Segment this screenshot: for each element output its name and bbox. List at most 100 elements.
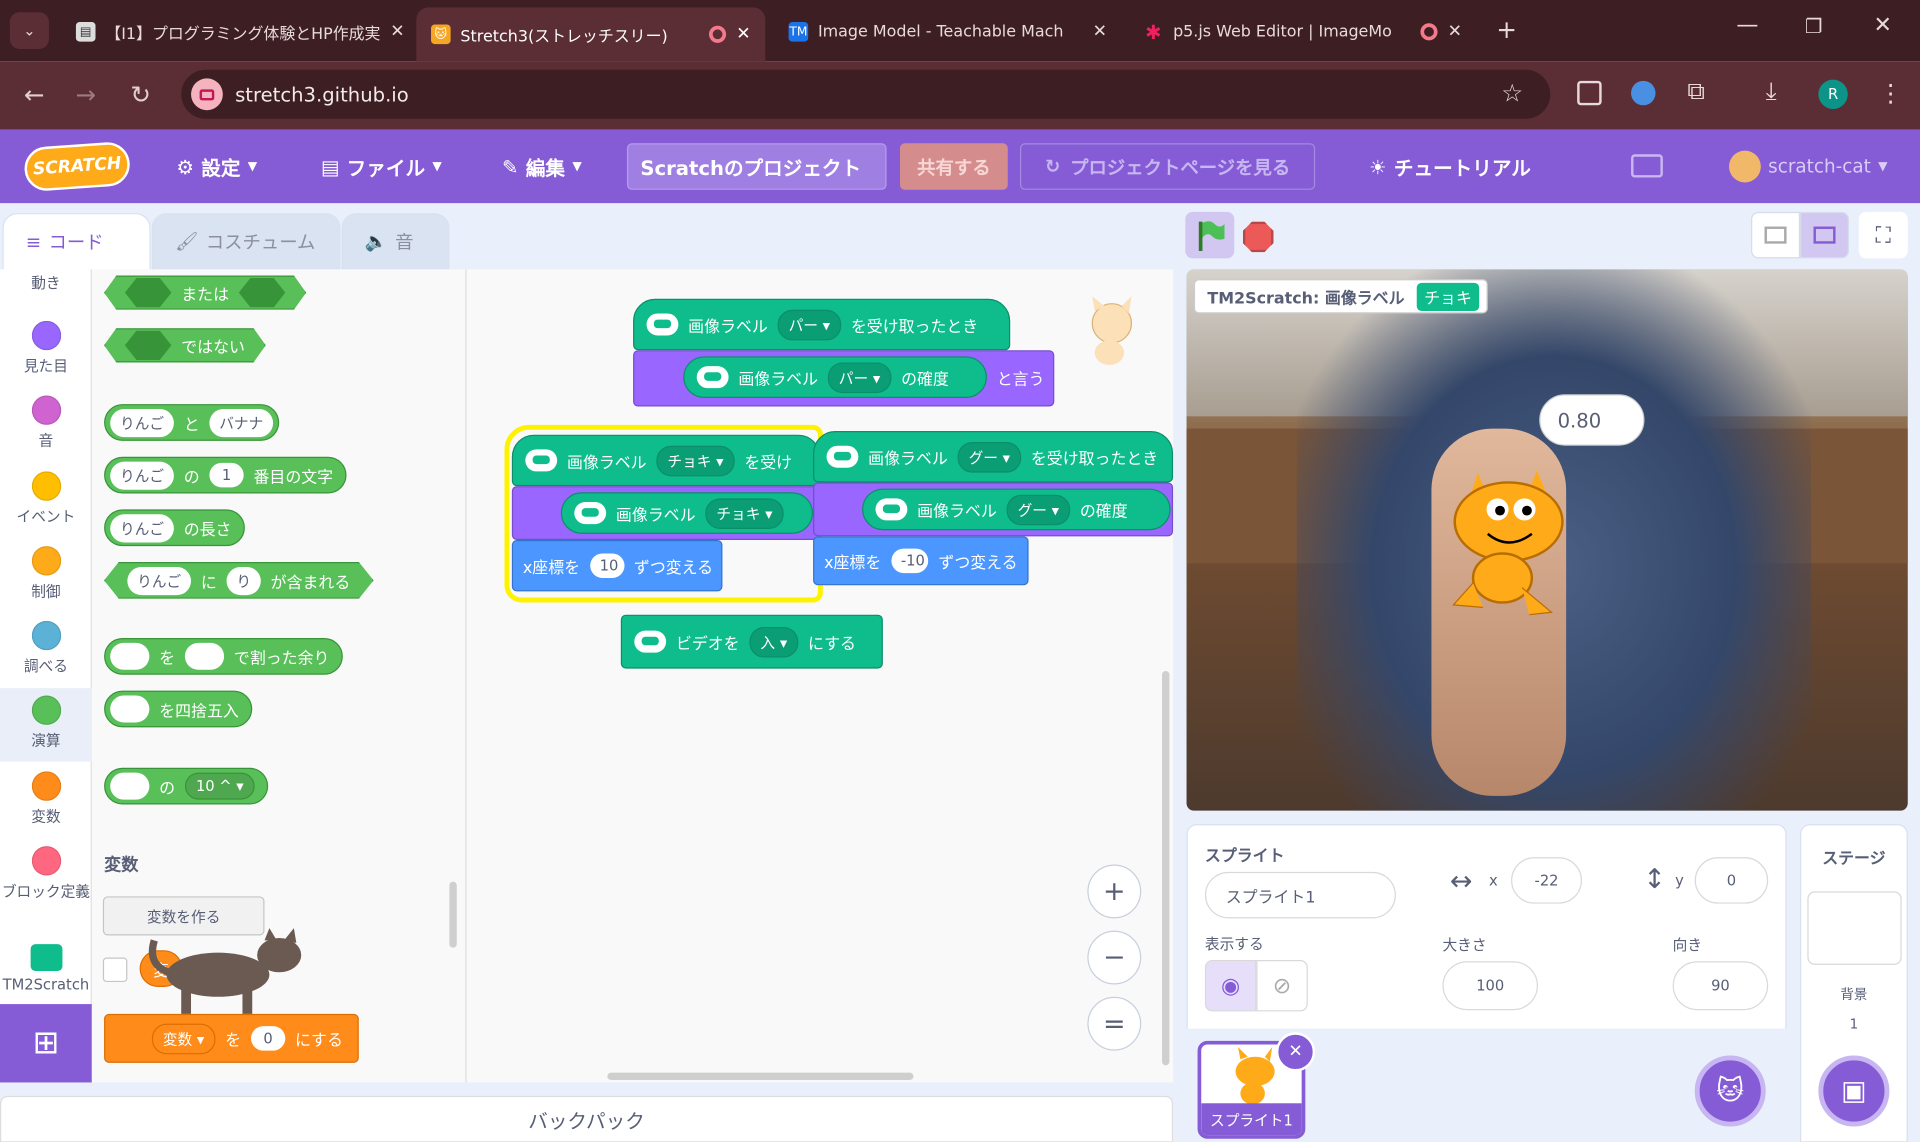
letter-of-block[interactable]: りんごの 1 番目の文字 (104, 456, 347, 494)
extension-icon[interactable] (1631, 80, 1656, 106)
file-menu[interactable]: ▤ ファイル ▼ (321, 130, 442, 203)
puzzle-icon[interactable]: ⧉ (1687, 76, 1704, 105)
forward-icon[interactable]: → (69, 80, 103, 109)
add-sprite-button[interactable]: 🐱 (1694, 1055, 1766, 1127)
camera-icon[interactable] (191, 78, 223, 111)
add-backdrop-button[interactable]: ▣ (1818, 1055, 1890, 1127)
video-toggle-block[interactable]: ビデオを入 ▾ にする (620, 614, 883, 669)
category-events[interactable]: イベント (0, 471, 92, 526)
size-input[interactable]: 100 (1442, 961, 1538, 1011)
close-window-icon[interactable]: ✕ (1873, 12, 1891, 38)
tab-costume[interactable]: 🖌 コスチューム (151, 213, 341, 270)
variable-dropdown[interactable]: 変数 ▾ (151, 1023, 216, 1054)
round-block[interactable]: を四捨五入 (104, 690, 253, 728)
sprite-name-input[interactable]: スプライト1 (1204, 871, 1396, 919)
math-function-dropdown[interactable]: 10 ^ ▾ (184, 772, 255, 800)
label-dropdown[interactable]: グー ▾ (1006, 494, 1071, 525)
fullscreen-button[interactable]: ⛶ (1858, 211, 1908, 259)
stage-thumbnail[interactable] (1807, 891, 1902, 965)
more-menu-icon[interactable]: ⋮ (1878, 78, 1902, 107)
tab-code[interactable]: ≡ コード (2, 213, 151, 270)
round-input[interactable] (110, 695, 150, 723)
restore-icon[interactable]: ❐ (1805, 15, 1823, 38)
x-input[interactable]: -22 (1511, 857, 1583, 904)
direction-input[interactable]: 90 (1672, 961, 1769, 1011)
category-control[interactable]: 制御 (0, 546, 92, 601)
change-x-block-3[interactable]: x座標を -10 ずつ変える (813, 536, 1029, 586)
mod-input-b[interactable] (184, 642, 225, 670)
add-extension-button[interactable]: ⊞ (0, 1004, 92, 1083)
label-confidence-reporter-1[interactable]: 画像ラベル パー ▾ の確度 (683, 356, 987, 398)
category-operators[interactable]: 演算 (0, 688, 92, 762)
profile-avatar[interactable]: R (1818, 79, 1848, 109)
normal-stage-button[interactable] (1800, 211, 1849, 259)
browser-tab-1[interactable]: ▤ 【I1】プログラミング体験とHP作成実 ✕ (61, 10, 409, 54)
show-sprite-button[interactable]: ◉ (1204, 960, 1257, 1012)
when-label-received-hat-3[interactable]: 画像ラベル グー ▾ を受け取ったとき (813, 431, 1174, 483)
tab-search-button[interactable]: ⌄ (9, 12, 49, 49)
palette-scrollbar[interactable] (449, 881, 457, 948)
backpack[interactable]: バックパック (0, 1095, 1174, 1142)
label-dropdown[interactable]: パー ▾ (827, 361, 892, 393)
category-motion[interactable]: 動き (0, 272, 92, 293)
close-icon[interactable]: ✕ (390, 22, 404, 42)
not-block[interactable]: ではない (104, 328, 266, 362)
project-title-input[interactable]: Scratchのプロジェクト (626, 143, 887, 190)
close-icon[interactable]: ✕ (1093, 22, 1107, 42)
join-block[interactable]: りんごとバナナ (104, 404, 280, 441)
qr-code-icon[interactable] (1577, 80, 1602, 106)
small-stage-button[interactable] (1751, 211, 1801, 259)
zoom-in-button[interactable]: + (1087, 864, 1142, 919)
label-dropdown[interactable]: パー ▾ (777, 309, 842, 340)
browser-tab-3[interactable]: TM Image Model - Teachable Mach ✕ (774, 10, 1122, 54)
scratch-logo[interactable]: SCRATCH (23, 140, 132, 193)
download-icon[interactable]: ⤓ (1766, 76, 1777, 105)
hide-sprite-button[interactable]: ⊘ (1256, 960, 1308, 1012)
when-label-received-hat-2[interactable]: 画像ラベル チョキ ▾ を受け (511, 434, 821, 487)
mod-block[interactable]: をで割った余り (104, 637, 343, 675)
close-icon[interactable]: ✕ (1448, 22, 1462, 42)
variable-checkbox[interactable] (102, 957, 128, 983)
category-sound[interactable]: 音 (0, 395, 92, 451)
delete-sprite-button[interactable]: ✕ (1275, 1032, 1316, 1072)
account-menu[interactable]: scratch-cat ▼ (1728, 130, 1888, 203)
category-sensing[interactable]: 調べる (0, 620, 92, 676)
edit-menu[interactable]: ✎ 編集 ▼ (502, 130, 582, 203)
or-block[interactable]: または (104, 276, 306, 310)
length-block[interactable]: りんご の長さ (104, 509, 245, 547)
zoom-reset-button[interactable]: = (1087, 996, 1142, 1051)
label-reporter-2[interactable]: 画像ラベル チョキ ▾ (560, 492, 814, 534)
category-looks[interactable]: 見た目 (0, 320, 92, 376)
contains-block[interactable]: りんごにりが含まれる (104, 562, 373, 599)
script-vertical-scrollbar[interactable] (1162, 671, 1170, 1066)
minimize-icon[interactable]: — (1736, 12, 1758, 38)
label-dropdown[interactable]: チョキ ▾ (656, 445, 735, 476)
tab-sound[interactable]: 🔈 音 (341, 213, 450, 270)
scratch-cat-sprite[interactable] (1441, 460, 1576, 619)
category-my-blocks[interactable]: ブロック定義 (0, 846, 92, 902)
label-dropdown[interactable]: チョキ ▾ (705, 497, 784, 529)
y-input[interactable]: 0 (1694, 857, 1769, 904)
when-label-received-hat-1[interactable]: 画像ラベル パー ▾ を受け取ったとき (633, 298, 1011, 351)
math-function-block[interactable]: の 10 ^ ▾ (104, 767, 269, 805)
green-flag-button[interactable] (1185, 211, 1235, 259)
change-x-block-2[interactable]: x座標を 10 ずつ変える (511, 540, 723, 592)
share-button[interactable]: 共有する (900, 143, 1008, 190)
video-state-dropdown[interactable]: 入 ▾ (749, 626, 799, 657)
bookmark-star-icon[interactable]: ☆ (1501, 78, 1523, 107)
category-tm2scratch[interactable]: TM2Scratch (0, 944, 92, 993)
back-icon[interactable]: ← (17, 80, 51, 109)
new-tab-button[interactable]: + (1496, 15, 1517, 44)
settings-menu[interactable]: ⚙ 設定 ▼ (176, 130, 257, 203)
close-icon[interactable]: ✕ (736, 24, 750, 44)
reload-icon[interactable]: ↻ (124, 80, 158, 109)
zoom-out-button[interactable]: − (1087, 930, 1142, 985)
url-bar[interactable]: stretch3.github.io (181, 69, 1551, 119)
stage-canvas[interactable]: TM2Scratch: 画像ラベル チョキ 0.80 (1186, 269, 1908, 811)
tutorials-button[interactable]: ☀ チュートリアル (1369, 130, 1531, 203)
label-dropdown[interactable]: グー ▾ (957, 441, 1022, 473)
mod-input-a[interactable] (110, 642, 150, 670)
set-variable-block[interactable]: 変数 ▾ を 0 にする (104, 1013, 359, 1063)
my-stuff-folder-icon[interactable] (1631, 154, 1663, 178)
category-variables[interactable]: 変数 (0, 771, 92, 826)
